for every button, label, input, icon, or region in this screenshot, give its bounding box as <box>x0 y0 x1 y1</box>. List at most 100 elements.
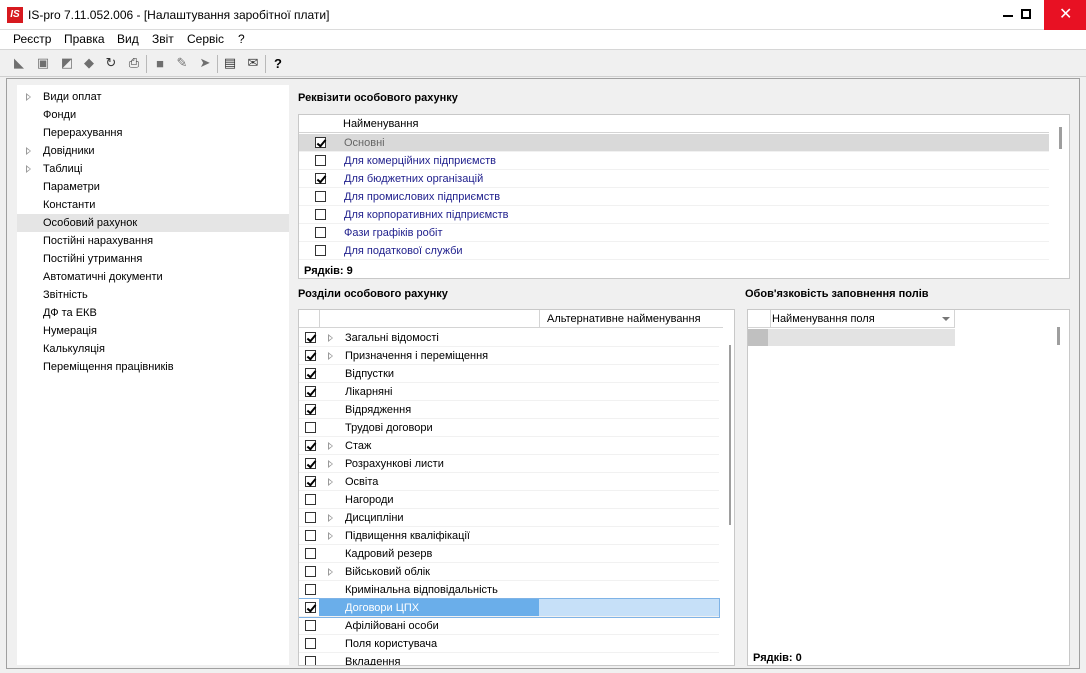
delete-icon[interactable]: ◆ <box>80 54 98 72</box>
sort-dropdown-icon[interactable] <box>942 317 950 321</box>
copy-icon[interactable]: ◩ <box>58 54 76 72</box>
menu-view[interactable]: Вид <box>117 32 139 46</box>
section-checkbox[interactable] <box>305 404 316 415</box>
section-row[interactable]: Трудові договори <box>299 419 719 437</box>
nav-item[interactable]: Постійні утримання <box>17 250 289 268</box>
section-checkbox[interactable] <box>305 566 316 577</box>
requisite-checkbox[interactable] <box>315 137 326 148</box>
nav-item[interactable]: Калькуляція <box>17 340 289 358</box>
section-checkbox[interactable] <box>305 440 316 451</box>
section-checkbox[interactable] <box>305 386 316 397</box>
requisite-row[interactable]: Для промислових підприємств <box>299 188 1049 206</box>
requisite-row[interactable]: Для корпоративних підприємств <box>299 206 1049 224</box>
nav-item[interactable]: Переміщення працівників <box>17 358 289 376</box>
section-row[interactable]: Загальні відомості <box>299 329 719 347</box>
expand-arrow-icon[interactable] <box>328 352 333 360</box>
requisite-row[interactable]: Для податкової служби <box>299 242 1049 260</box>
calculator-icon[interactable]: ▤ <box>221 54 239 72</box>
section-row[interactable]: Дисципліни <box>299 509 719 527</box>
close-button[interactable]: ✕ <box>1044 0 1086 30</box>
nav-item[interactable]: Особовий рахунок <box>17 214 289 232</box>
expand-arrow-icon[interactable] <box>328 442 333 450</box>
section-checkbox[interactable] <box>305 332 316 343</box>
requisite-row[interactable]: Для комерційних підприємств <box>299 152 1049 170</box>
section-row[interactable]: Вкладення <box>299 653 719 665</box>
nav-item[interactable]: Нумерація <box>17 322 289 340</box>
menu-registry[interactable]: Реєстр <box>13 32 51 46</box>
square-icon[interactable]: ■ <box>151 54 169 72</box>
section-checkbox[interactable] <box>305 368 316 379</box>
nav-item[interactable]: Таблиці <box>17 160 289 178</box>
nav-item[interactable]: Довідники <box>17 142 289 160</box>
menu-report[interactable]: Звіт <box>152 32 174 46</box>
expand-arrow-icon[interactable] <box>328 460 333 468</box>
section-checkbox[interactable] <box>305 584 316 595</box>
nav-item[interactable]: Звітність <box>17 286 289 304</box>
nav-item[interactable]: Постійні нарахування <box>17 232 289 250</box>
menu-help[interactable]: ? <box>238 32 245 46</box>
requisite-checkbox[interactable] <box>315 245 326 256</box>
refresh-icon[interactable]: ↻ <box>102 54 120 72</box>
new-icon[interactable]: ◣ <box>10 54 28 72</box>
column-name-header[interactable]: Найменування <box>343 115 418 133</box>
section-row[interactable]: Афілійовані особи <box>299 617 719 635</box>
scrollbar-thumb[interactable] <box>1059 127 1062 149</box>
requisite-checkbox[interactable] <box>315 227 326 238</box>
section-checkbox[interactable] <box>305 422 316 433</box>
expand-arrow-icon[interactable] <box>26 93 31 101</box>
section-row[interactable]: Нагороди <box>299 491 719 509</box>
section-row[interactable]: Стаж <box>299 437 719 455</box>
scrollbar-thumb[interactable] <box>1057 327 1060 345</box>
section-checkbox[interactable] <box>305 548 316 559</box>
section-checkbox[interactable] <box>305 494 316 505</box>
section-checkbox[interactable] <box>305 656 316 665</box>
section-row[interactable]: Розрахункові листи <box>299 455 719 473</box>
section-checkbox[interactable] <box>305 530 316 541</box>
nav-item[interactable]: Перерахування <box>17 124 289 142</box>
column-field-name-header[interactable]: Найменування поля <box>772 313 875 325</box>
requisite-row[interactable]: Основні <box>299 134 1049 152</box>
scrollbar-thumb[interactable] <box>729 345 731 525</box>
section-row[interactable]: Призначення і переміщення <box>299 347 719 365</box>
nav-item[interactable]: ДФ та ЕКВ <box>17 304 289 322</box>
section-checkbox[interactable] <box>305 638 316 649</box>
section-row[interactable]: Відрядження <box>299 401 719 419</box>
tool2-icon[interactable]: ➤ <box>196 54 214 72</box>
column-alt-name-header[interactable]: Альтернативне найменування <box>547 310 701 328</box>
menu-service[interactable]: Сервіс <box>187 32 224 46</box>
help-icon[interactable]: ? <box>269 54 287 72</box>
section-checkbox[interactable] <box>305 620 316 631</box>
expand-arrow-icon[interactable] <box>328 334 333 342</box>
section-row[interactable]: Договори ЦПХ <box>299 598 720 618</box>
requisite-checkbox[interactable] <box>315 155 326 166</box>
expand-arrow-icon[interactable] <box>328 478 333 486</box>
section-row[interactable]: Кримінальна відповідальність <box>299 581 719 599</box>
section-checkbox[interactable] <box>305 602 316 613</box>
nav-item[interactable]: Автоматичні документи <box>17 268 289 286</box>
expand-arrow-icon[interactable] <box>328 514 333 522</box>
expand-arrow-icon[interactable] <box>328 532 333 540</box>
section-row[interactable]: Поля користувача <box>299 635 719 653</box>
nav-item[interactable]: Константи <box>17 196 289 214</box>
section-checkbox[interactable] <box>305 512 316 523</box>
expand-arrow-icon[interactable] <box>26 165 31 173</box>
tool-icon[interactable]: ✎ <box>173 54 191 72</box>
expand-arrow-icon[interactable] <box>328 568 333 576</box>
menu-edit[interactable]: Правка <box>64 32 105 46</box>
section-row[interactable]: Підвищення кваліфікації <box>299 527 719 545</box>
print-icon[interactable]: ⎙ <box>125 54 143 72</box>
section-checkbox[interactable] <box>305 458 316 469</box>
nav-item[interactable]: Параметри <box>17 178 289 196</box>
expand-arrow-icon[interactable] <box>26 147 31 155</box>
section-checkbox[interactable] <box>305 476 316 487</box>
requisite-row[interactable]: Фази графіків робіт <box>299 224 1049 242</box>
section-row[interactable]: Відпустки <box>299 365 719 383</box>
new-doc-icon[interactable]: ▣ <box>34 54 52 72</box>
section-row[interactable]: Освіта <box>299 473 719 491</box>
requisite-checkbox[interactable] <box>315 209 326 220</box>
section-row[interactable]: Лікарняні <box>299 383 719 401</box>
requisite-checkbox[interactable] <box>315 191 326 202</box>
mail-icon[interactable]: ✉ <box>244 54 262 72</box>
requisite-checkbox[interactable] <box>315 173 326 184</box>
nav-item[interactable]: Фонди <box>17 106 289 124</box>
